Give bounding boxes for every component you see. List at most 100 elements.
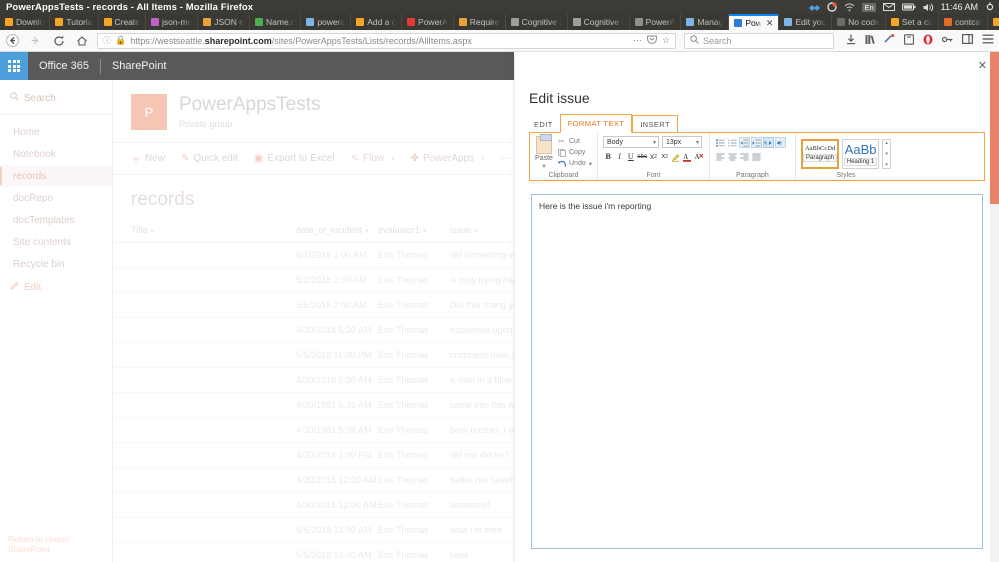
tab-close-icon[interactable]: ✕ <box>766 18 774 29</box>
browser-tab[interactable]: Create <box>99 14 147 30</box>
sidebar-item-docrepo[interactable]: docRepo <box>0 187 112 209</box>
browser-tab[interactable]: PowerA <box>402 14 454 30</box>
browser-tab[interactable]: JSON e <box>198 14 251 30</box>
power-gear-icon[interactable] <box>985 0 995 14</box>
browser-tab[interactable]: Edit you <box>779 14 833 30</box>
wifi-icon[interactable] <box>844 0 855 14</box>
copy-button[interactable]: Copy <box>557 148 592 157</box>
reload-button[interactable] <box>51 33 66 48</box>
browser-tab[interactable]: PowerA <box>630 14 682 30</box>
browser-tab[interactable]: contcat <box>939 14 989 30</box>
sidebar-item-records[interactable]: records <box>0 165 112 187</box>
browser-tab[interactable]: Name.c <box>250 14 302 30</box>
style-paragraph-button[interactable]: AaBbCcDd Paragraph <box>801 139 839 169</box>
app-launcher-waffle-icon[interactable] <box>0 52 28 80</box>
italic-button[interactable]: I <box>614 151 624 162</box>
sidebar-item-notebook[interactable]: Notebook <box>0 143 112 165</box>
sharepoint-link[interactable]: SharePoint <box>101 60 177 72</box>
browser-tab[interactable]: Add a c <box>351 14 403 30</box>
font-family-select[interactable]: Body ▾ <box>603 136 659 148</box>
cut-button[interactable]: ✂ Cut <box>557 137 592 146</box>
paste-button[interactable]: Paste ▾ <box>535 134 553 170</box>
panel-scrollbar-track[interactable] <box>990 52 999 562</box>
undo-caret-icon[interactable]: ▾ <box>589 160 592 168</box>
browser-tab[interactable]: Downlo <box>0 14 51 30</box>
back-button[interactable] <box>5 33 20 48</box>
chevron-up-icon[interactable]: ▴ <box>885 140 888 146</box>
site-search-box[interactable]: Search <box>0 86 112 114</box>
command-more[interactable]: ··· <box>501 151 511 166</box>
sidebar-toggle-icon[interactable] <box>962 34 974 47</box>
styles-scroll-control[interactable]: ▴ ▾ ▾ <box>882 139 891 169</box>
home-button[interactable] <box>74 33 89 48</box>
align-center-button[interactable] <box>727 151 738 162</box>
tab-insert[interactable]: INSERT <box>632 115 678 133</box>
right-to-left-button[interactable]: ¶ <box>775 137 786 148</box>
page-actions-icon[interactable]: ⋯ <box>633 35 642 46</box>
style-heading1-button[interactable]: AaBb Heading 1 <box>842 139 880 169</box>
address-bar[interactable]: ⓘ 🔒 https://westseattle.sharepoint.com/s… <box>97 32 676 49</box>
column-header-title[interactable]: Title ▾ <box>131 225 296 235</box>
font-color-button[interactable]: A <box>682 151 692 162</box>
page-info-icon[interactable]: ⓘ <box>103 35 111 46</box>
bookmark-star-icon[interactable]: ☆ <box>662 35 670 46</box>
paste-caret-icon[interactable]: ▾ <box>542 162 545 170</box>
volume-icon[interactable] <box>923 0 934 14</box>
numbered-list-button[interactable]: 123 <box>727 137 738 148</box>
sidebar-item-site-contents[interactable]: Site contents <box>0 231 112 253</box>
increase-indent-button[interactable] <box>751 137 762 148</box>
update-manager-icon[interactable] <box>827 0 838 14</box>
key-icon[interactable] <box>941 35 953 47</box>
font-size-select[interactable]: 13px ▾ <box>662 136 702 148</box>
addon-wrench-icon[interactable] <box>884 34 895 47</box>
decrease-indent-button[interactable] <box>739 137 750 148</box>
highlight-color-button[interactable] <box>671 151 681 162</box>
dropbox-icon[interactable] <box>809 0 821 14</box>
command-pencil[interactable]: ✎ Quick edit <box>181 151 238 166</box>
sidebar-edit-link[interactable]: Edit <box>0 275 112 298</box>
align-left-button[interactable] <box>715 151 726 162</box>
return-classic-sharepoint-link[interactable]: Return to classic SharePoint <box>8 534 112 554</box>
underline-button[interactable]: U <box>626 151 636 162</box>
command-powerapps[interactable]: ✤ PowerApps ▾ <box>411 151 485 166</box>
browser-tab[interactable]: powera <box>301 14 352 30</box>
align-right-button[interactable] <box>739 151 750 162</box>
clear-format-button[interactable]: A <box>694 151 704 162</box>
browser-tab[interactable]: json-mo <box>146 14 199 30</box>
undo-button[interactable]: Undo ▾ <box>557 159 592 168</box>
browser-tab[interactable]: Cognitive S <box>506 14 568 30</box>
left-to-right-button[interactable]: ¶ <box>763 137 774 148</box>
browser-tab[interactable]: Reply to <box>988 14 999 30</box>
sidebar-item-recycle-bin[interactable]: Recycle bin <box>0 253 112 275</box>
close-icon[interactable]: ✕ <box>978 59 987 72</box>
command-flow[interactable]: ∿ Flow ▾ <box>351 151 395 166</box>
downloads-icon[interactable] <box>846 34 856 48</box>
mail-icon[interactable] <box>882 0 895 14</box>
superscript-button[interactable]: x2 <box>660 151 670 162</box>
hamburger-menu-icon[interactable] <box>982 34 994 47</box>
chevron-down-icon[interactable]: ▾ <box>885 151 888 157</box>
office365-link[interactable]: Office 365 <box>28 60 100 72</box>
chevron-down-icon[interactable]: ▾ <box>481 155 485 163</box>
sidebar-item-doctemplates[interactable]: docTemplates <box>0 209 112 231</box>
column-header-date[interactable]: date_of_incident ▾ <box>296 225 378 235</box>
browser-tab[interactable]: Cognitive S <box>568 14 630 30</box>
browser-tab[interactable]: Tutoria <box>50 14 99 30</box>
strikethrough-button[interactable]: abc <box>637 151 647 162</box>
justify-button[interactable] <box>751 151 762 162</box>
browser-search-box[interactable]: Search <box>684 32 834 49</box>
browser-tab[interactable]: Require <box>454 14 506 30</box>
keyboard-layout-indicator[interactable]: En <box>862 2 876 12</box>
chevron-down-icon[interactable]: ▾ <box>391 155 395 163</box>
tab-edit[interactable]: EDIT <box>527 116 560 133</box>
opera-icon[interactable] <box>923 34 933 48</box>
tab-format-text[interactable]: FORMAT TEXT <box>559 114 633 133</box>
battery-icon[interactable] <box>901 0 916 14</box>
styles-more-icon[interactable]: ▾ <box>885 162 888 168</box>
subscript-button[interactable]: x2 <box>648 151 658 162</box>
bold-button[interactable]: B <box>603 151 613 162</box>
pocket-icon[interactable] <box>647 35 657 46</box>
panel-scrollbar-thumb[interactable] <box>990 52 999 204</box>
bullet-list-button[interactable] <box>715 137 726 148</box>
library-icon[interactable] <box>865 34 875 48</box>
